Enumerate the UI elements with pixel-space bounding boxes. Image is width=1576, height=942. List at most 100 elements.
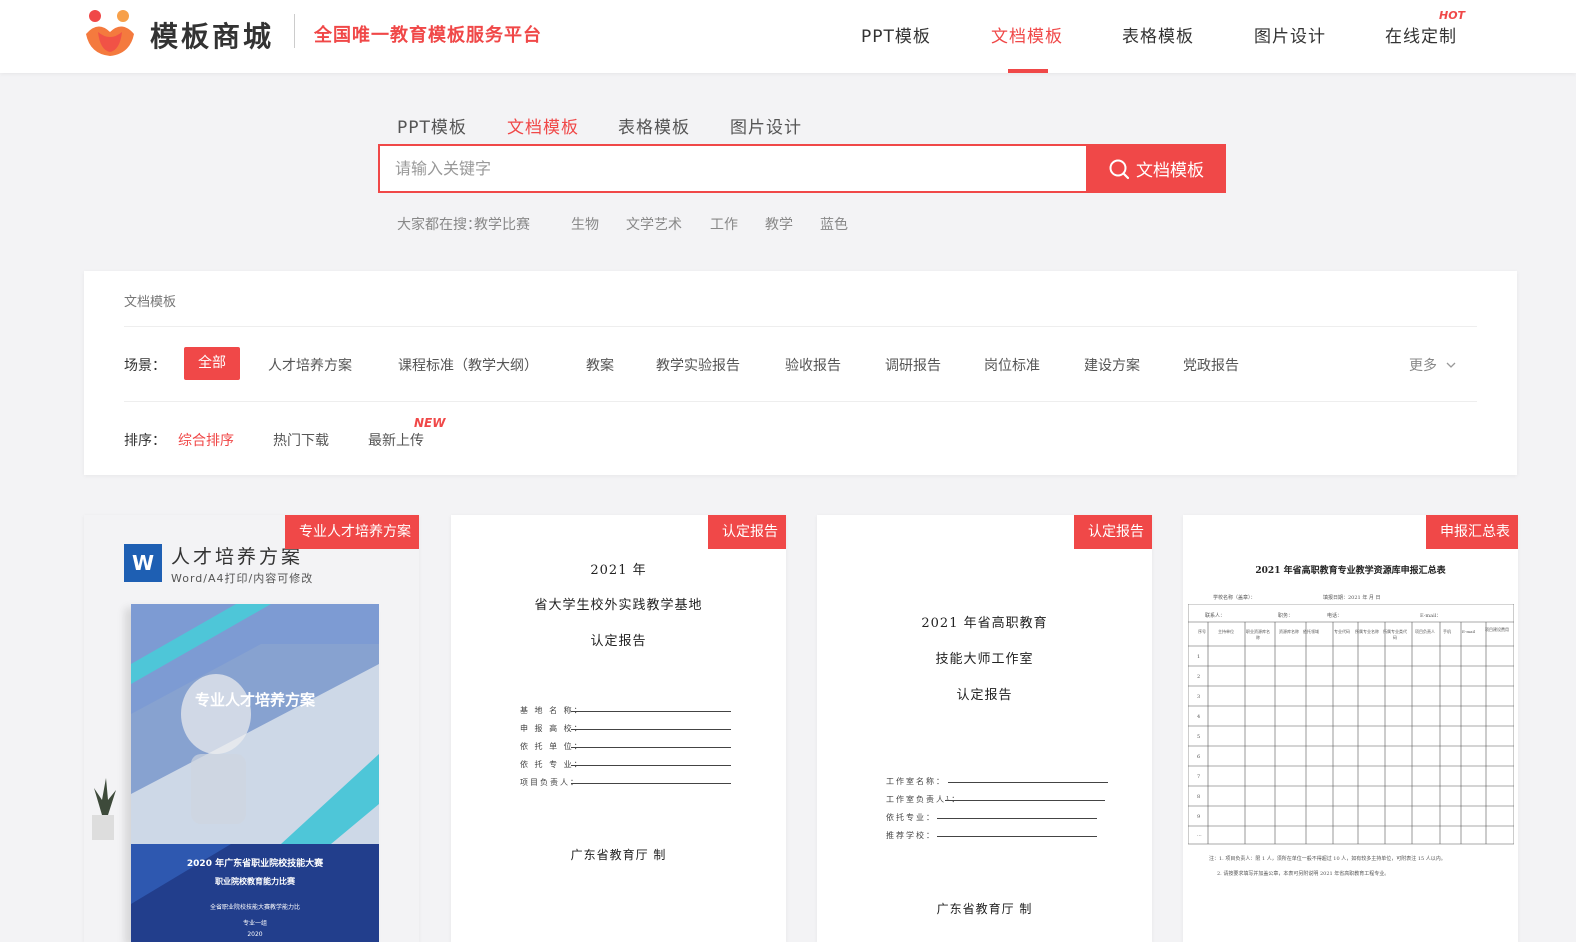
scene-chip[interactable]: 人才培养方案 bbox=[268, 355, 352, 375]
nav-active-indicator bbox=[1008, 69, 1048, 73]
logo-divider bbox=[294, 14, 295, 48]
hot-search-term[interactable]: 生物 bbox=[571, 214, 599, 234]
search-tab-spreadsheets[interactable]: 表格模板 bbox=[618, 113, 690, 138]
field-line bbox=[948, 782, 1108, 783]
hot-badge: HOT bbox=[1439, 9, 1466, 22]
table-note: 2. 请按要求填写并加盖公章，本表可另附说明 2021 年省高职教育工程专业。 bbox=[1217, 871, 1390, 877]
nav-image-design[interactable]: 图片设计 bbox=[1254, 22, 1326, 47]
search-icon bbox=[1109, 159, 1130, 179]
field-line bbox=[945, 800, 1105, 801]
doc-field: 依托专业： bbox=[886, 813, 936, 822]
table-header: 专业代码 bbox=[1334, 629, 1350, 634]
scene-label: 场景： bbox=[124, 358, 166, 374]
template-card[interactable]: 专业人才培养方案 2020 年广东省职业院校技能大赛 职业院校教育能力比赛 全省… bbox=[84, 515, 419, 942]
hot-search-term[interactable]: 教学比赛 bbox=[474, 214, 530, 234]
hot-search-term[interactable]: 文学艺术 bbox=[626, 214, 682, 234]
search-button[interactable]: 文档模板 bbox=[1086, 144, 1226, 193]
scene-chip[interactable]: 党政报告 bbox=[1183, 355, 1239, 375]
scene-chip[interactable]: 教案 bbox=[586, 355, 614, 375]
divider bbox=[124, 326, 1477, 327]
search-button-label: 文档模板 bbox=[1136, 161, 1204, 181]
card-title: 人才培养方案 bbox=[171, 546, 304, 568]
doc-line: 2021 年省高职教育 bbox=[921, 616, 1048, 631]
cover-line: 2020 bbox=[247, 931, 263, 938]
row-number: 9 bbox=[1197, 814, 1201, 820]
doc-line: 2021 年 bbox=[590, 563, 647, 578]
search-tab-documents[interactable]: 文档模板 bbox=[507, 113, 579, 138]
field-line bbox=[937, 818, 1097, 819]
field-line bbox=[937, 836, 1097, 837]
plant-decoration bbox=[92, 778, 116, 840]
filter-panel: 文档模板 场景： 全部 人才培养方案 课程标准（教学大纲） 教案 教学实验报告 … bbox=[84, 271, 1517, 475]
table-header: 依托领域 bbox=[1303, 629, 1319, 634]
divider bbox=[124, 401, 1477, 402]
more-label: 更多 bbox=[1409, 358, 1437, 374]
sort-label: 排序： bbox=[124, 433, 166, 449]
nav-spreadsheet-templates[interactable]: 表格模板 bbox=[1122, 22, 1194, 47]
scene-chip[interactable]: 岗位标准 bbox=[984, 355, 1040, 375]
row-number: 7 bbox=[1197, 774, 1201, 780]
field-line bbox=[571, 729, 731, 730]
table-header: 资源库名称 bbox=[1279, 629, 1299, 634]
cover-image bbox=[131, 604, 379, 942]
sort-newest[interactable]: 最新上传 bbox=[368, 430, 424, 450]
row-number: 6 bbox=[1197, 754, 1201, 760]
category-tag: 认定报告 bbox=[708, 515, 786, 549]
chevron-down-icon bbox=[1446, 362, 1456, 368]
table-header: 序号 bbox=[1198, 629, 1206, 634]
search-tab-ppt[interactable]: PPT模板 bbox=[397, 113, 467, 138]
filter-panel-title: 文档模板 bbox=[124, 295, 177, 310]
scene-chip-all[interactable]: 全部 bbox=[184, 347, 240, 380]
table-header: 项目负责人 bbox=[1415, 629, 1435, 634]
row-number: ... bbox=[1197, 832, 1202, 838]
scene-chip[interactable]: 调研报告 bbox=[885, 355, 941, 375]
nav-online-custom[interactable]: 在线定制 bbox=[1385, 22, 1457, 47]
cover-line: 全省职业院校技能大赛教学能力比 bbox=[209, 904, 300, 911]
field-line bbox=[571, 711, 731, 712]
row-number: 8 bbox=[1197, 794, 1201, 800]
category-tag: 专业人才培养方案 bbox=[285, 515, 419, 549]
card-subtitle: Word/A4打印/内容可修改 bbox=[171, 572, 314, 585]
row-number: 2 bbox=[1197, 674, 1201, 680]
cover-line: 职业院校教育能力比赛 bbox=[215, 877, 295, 886]
doc-line: 认定报告 bbox=[956, 688, 1013, 703]
hot-search-term[interactable]: 教学 bbox=[765, 214, 793, 234]
table-header: E-mail bbox=[1462, 629, 1476, 634]
logo-icon[interactable] bbox=[84, 6, 136, 58]
more-button[interactable]: 更多 bbox=[1409, 355, 1457, 375]
scene-chip[interactable]: 课程标准（教学大纲） bbox=[398, 355, 538, 375]
search-tab-images[interactable]: 图片设计 bbox=[730, 113, 802, 138]
table-meta: 学校名称（盖章）： bbox=[1213, 595, 1256, 601]
hot-search-term[interactable]: 蓝色 bbox=[820, 214, 848, 234]
scene-chip[interactable]: 建设方案 bbox=[1084, 355, 1140, 375]
template-card[interactable]: 认定报告 2021 年 省大学生校外实践教学基地 认定报告 基 地 名 称： 申… bbox=[451, 515, 786, 942]
logo-text[interactable]: 模板商城 bbox=[150, 15, 274, 55]
cover-line: 2020 年广东省职业院校技能大赛 bbox=[186, 859, 324, 869]
new-badge: NEW bbox=[414, 416, 446, 430]
template-card[interactable]: 申报汇总表 2021 年省高职教育专业教学资源库申报汇总表 学校名称（盖章）： … bbox=[1183, 515, 1518, 942]
search-input[interactable] bbox=[380, 146, 1085, 191]
table-note: 注：1. 项目负责人：限 1 人，须所在单位一般不得超过 10 人，如有较多主持… bbox=[1209, 856, 1446, 862]
table-meta: 填报日期：2021 年 月 日 bbox=[1323, 595, 1381, 601]
doc-field: 推荐学校： bbox=[886, 831, 936, 840]
hot-search-term[interactable]: 工作 bbox=[710, 214, 738, 234]
search-box: 文档模板 bbox=[378, 144, 1226, 193]
word-icon: W bbox=[124, 544, 162, 582]
category-tag: 认定报告 bbox=[1074, 515, 1152, 549]
nav-ppt-templates[interactable]: PPT模板 bbox=[861, 22, 931, 47]
table-header: 主持单位 bbox=[1218, 629, 1234, 634]
nav-document-templates[interactable]: 文档模板 bbox=[991, 22, 1063, 47]
table-header: 所属专业名称 bbox=[1355, 629, 1379, 634]
template-card[interactable]: 认定报告 2021 年省高职教育 技能大师工作室 认定报告 工作室名称： 工作室… bbox=[817, 515, 1152, 942]
row-number: 4 bbox=[1197, 714, 1201, 720]
doc-line: 技能大师工作室 bbox=[935, 652, 1034, 667]
sort-comprehensive[interactable]: 综合排序 bbox=[178, 430, 234, 450]
field-line bbox=[571, 765, 731, 766]
table-header: 职业资源库名称 bbox=[1246, 629, 1270, 640]
logo-slogan: 全国唯一教育模板服务平台 bbox=[314, 25, 542, 46]
scene-chip[interactable]: 验收报告 bbox=[785, 355, 841, 375]
field-line bbox=[571, 783, 731, 784]
doc-field: 工作室名称： bbox=[886, 777, 946, 786]
scene-chip[interactable]: 教学实验报告 bbox=[656, 355, 740, 375]
sort-popular[interactable]: 热门下载 bbox=[273, 430, 329, 450]
